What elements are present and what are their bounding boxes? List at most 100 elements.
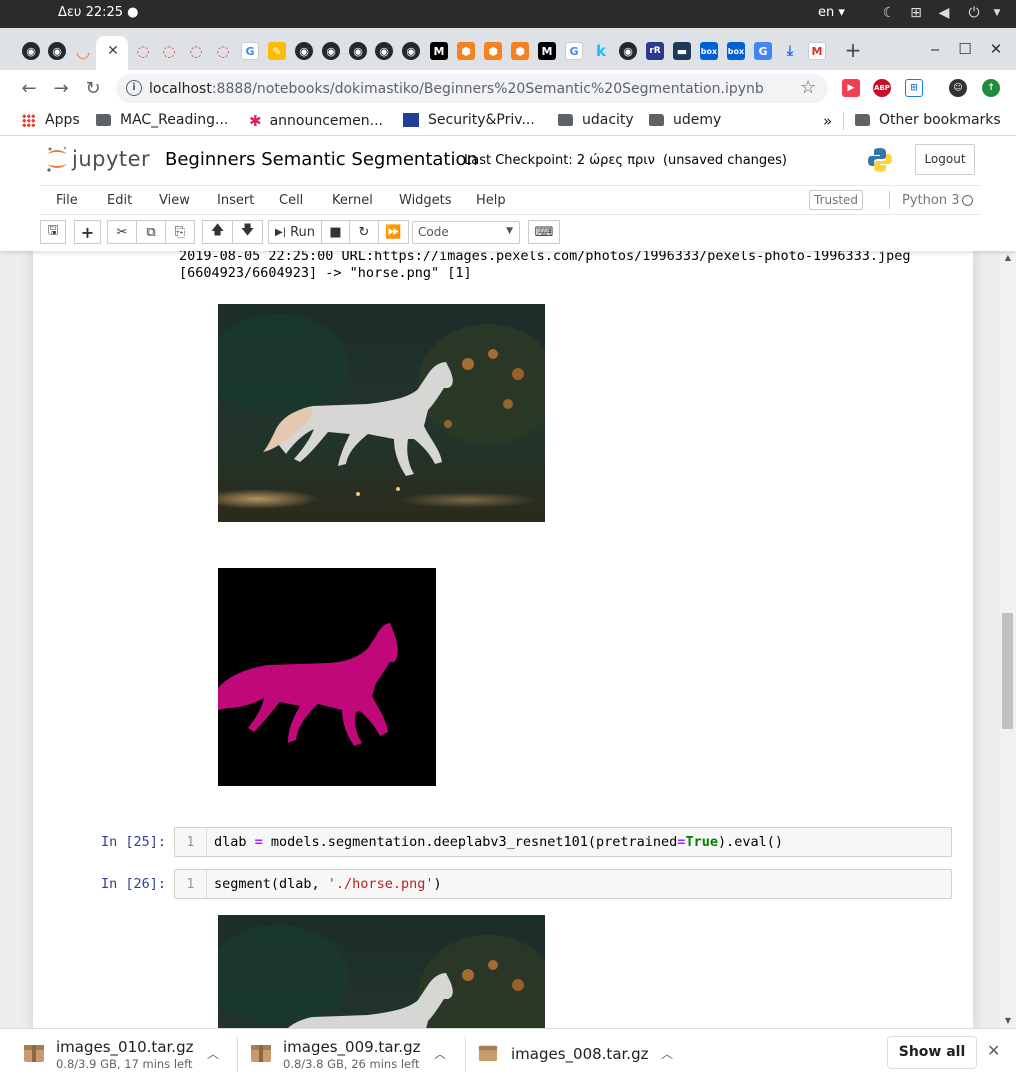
- rr-tab-icon[interactable]: rR: [646, 42, 664, 60]
- command-palette-button[interactable]: ⌨: [528, 220, 560, 244]
- cell-type-select[interactable]: Code ▼: [412, 221, 520, 244]
- move-up-button[interactable]: 🡅: [202, 220, 233, 244]
- code-cell[interactable]: 1 dlab = models.segmentation.deeplabv3_r…: [174, 827, 952, 857]
- power-icon[interactable]: ⏻: [965, 4, 983, 22]
- update-icon[interactable]: ↑: [982, 79, 1000, 97]
- run-button[interactable]: ▶| Run: [268, 220, 322, 244]
- jupyter-logo-icon[interactable]: [44, 144, 70, 174]
- bookmark-udemy[interactable]: udemy: [649, 112, 721, 128]
- download-item[interactable]: images_009.tar.gz 0.8/3.8 GB, 26 mins le…: [250, 1029, 460, 1080]
- ring-tab-icon[interactable]: ◌: [134, 42, 152, 60]
- code-line[interactable]: segment(dlab, './horse.png'): [214, 876, 442, 892]
- menu-widgets[interactable]: Widgets: [399, 193, 452, 208]
- close-window-button[interactable]: ✕: [986, 39, 1006, 59]
- ring-tab-icon[interactable]: ◌: [160, 42, 178, 60]
- save-button[interactable]: 🖫: [40, 220, 66, 244]
- paste-cells-button[interactable]: ⎘: [165, 220, 195, 244]
- language-indicator[interactable]: en ▾: [818, 5, 845, 20]
- menu-help[interactable]: Help: [476, 193, 506, 208]
- medium-tab-icon[interactable]: M: [430, 42, 448, 60]
- github-tab-icon[interactable]: ◉: [375, 42, 393, 60]
- logout-button[interactable]: Logout: [915, 144, 975, 175]
- ring-tab-icon[interactable]: ◌: [214, 42, 232, 60]
- bookmark-other[interactable]: Other bookmarks: [855, 112, 1001, 128]
- close-shelf-icon[interactable]: ✕: [987, 1041, 1000, 1060]
- chevron-up-icon[interactable]: ︿: [434, 1045, 446, 1062]
- pen-tab-icon[interactable]: ✎: [268, 42, 286, 60]
- url-text[interactable]: localhost:8888/notebooks/dokimastiko/Beg…: [149, 81, 764, 97]
- bookmark-security[interactable]: Security&Priv...: [403, 112, 535, 128]
- close-tab-icon[interactable]: ✕: [105, 43, 121, 59]
- download-item[interactable]: images_008.tar.gz ︿: [478, 1029, 688, 1080]
- github-tab-icon[interactable]: ◉: [619, 42, 637, 60]
- info-icon[interactable]: i: [126, 80, 142, 96]
- abp-extension-icon[interactable]: ABP: [873, 79, 891, 97]
- scroll-down-icon[interactable]: ▼: [1000, 1014, 1016, 1028]
- gmail-tab-icon[interactable]: M: [808, 42, 826, 60]
- code-line[interactable]: dlab = models.segmentation.deeplabv3_res…: [214, 834, 783, 850]
- google-tab-icon[interactable]: G: [241, 42, 259, 60]
- address-bar[interactable]: i localhost:8888/notebooks/dokimastiko/B…: [116, 74, 828, 103]
- cube-tab-icon[interactable]: ⬢: [511, 42, 529, 60]
- system-clock[interactable]: Δευ 22:25 ●: [58, 5, 139, 20]
- medium-tab-icon[interactable]: M: [538, 42, 556, 60]
- menu-edit[interactable]: Edit: [107, 193, 132, 208]
- notebook-title[interactable]: Beginners Semantic Segmentation: [165, 149, 478, 170]
- bookmark-udacity[interactable]: udacity: [558, 112, 634, 128]
- interrupt-button[interactable]: ■: [321, 220, 350, 244]
- menu-view[interactable]: View: [159, 193, 190, 208]
- extension-icon[interactable]: ⊞: [905, 79, 923, 97]
- menu-cell[interactable]: Cell: [279, 193, 303, 208]
- cube-tab-icon[interactable]: ⬢: [484, 42, 502, 60]
- ring-tab-icon[interactable]: ◌: [187, 42, 205, 60]
- move-down-button[interactable]: 🡇: [232, 220, 263, 244]
- bookmarks-overflow-button[interactable]: »: [823, 112, 832, 130]
- avatar-icon[interactable]: ☺: [949, 79, 967, 97]
- chevron-up-icon[interactable]: ︿: [661, 1045, 673, 1062]
- github-tab-icon[interactable]: ◉: [48, 42, 66, 60]
- cube-tab-icon[interactable]: ⬢: [457, 42, 475, 60]
- github-tab-icon[interactable]: ◉: [295, 42, 313, 60]
- box-tab-icon[interactable]: box: [727, 42, 745, 60]
- forward-button[interactable]: →: [50, 77, 72, 99]
- code-cell[interactable]: 1 segment(dlab, './horse.png'): [174, 869, 952, 899]
- reload-button[interactable]: ↻: [82, 77, 104, 99]
- kaggle-tab-icon[interactable]: k: [592, 42, 610, 60]
- restart-button[interactable]: ↻: [349, 220, 379, 244]
- network-icon[interactable]: ⊞: [907, 4, 925, 22]
- scrollbar-thumb[interactable]: [1002, 613, 1013, 729]
- insert-cell-button[interactable]: +: [74, 220, 101, 244]
- copy-cells-button[interactable]: ⧉: [136, 220, 166, 244]
- back-button[interactable]: ←: [18, 77, 40, 99]
- jupyter-wordmark[interactable]: jupyter: [72, 147, 150, 171]
- download-tab-icon[interactable]: ⤓: [781, 42, 799, 60]
- github-tab-icon[interactable]: ◉: [322, 42, 340, 60]
- trusted-indicator[interactable]: Trusted: [809, 190, 863, 210]
- scroll-up-icon[interactable]: ▲: [1000, 251, 1016, 265]
- volume-icon[interactable]: ◀: [935, 4, 953, 22]
- pocket-extension-icon[interactable]: ▶: [842, 79, 860, 97]
- bookmark-mac-reading[interactable]: MAC_Reading...: [96, 112, 228, 128]
- maximize-button[interactable]: ☐: [955, 39, 975, 59]
- menu-kernel[interactable]: Kernel: [332, 193, 373, 208]
- minimize-button[interactable]: ‒: [925, 39, 945, 59]
- menu-file[interactable]: File: [56, 193, 78, 208]
- bookmark-apps[interactable]: Apps: [22, 112, 80, 128]
- cut-cells-button[interactable]: ✂: [107, 220, 137, 244]
- jupyter-tab-icon[interactable]: ◡: [74, 42, 92, 61]
- bookmark-announcements[interactable]: ✱ announcemen...: [249, 112, 383, 130]
- translate-tab-icon[interactable]: G: [754, 42, 772, 60]
- restart-run-all-button[interactable]: ⏩: [378, 220, 409, 244]
- bookmark-star-icon[interactable]: ☆: [800, 77, 816, 98]
- chevron-up-icon[interactable]: ︿: [207, 1045, 219, 1062]
- moon-icon[interactable]: ☾: [880, 4, 898, 22]
- box-tab-icon[interactable]: box: [700, 42, 718, 60]
- new-tab-button[interactable]: +: [843, 40, 863, 60]
- github-tab-icon[interactable]: ◉: [402, 42, 420, 60]
- download-item[interactable]: images_010.tar.gz 0.8/3.9 GB, 17 mins le…: [23, 1029, 233, 1080]
- github-tab-icon[interactable]: ◉: [349, 42, 367, 60]
- chevron-down-icon[interactable]: ▼: [988, 4, 1006, 22]
- dark-tab-icon[interactable]: ▬: [673, 42, 691, 60]
- show-all-downloads-button[interactable]: Show all: [887, 1036, 977, 1069]
- google-tab-icon[interactable]: G: [565, 42, 583, 60]
